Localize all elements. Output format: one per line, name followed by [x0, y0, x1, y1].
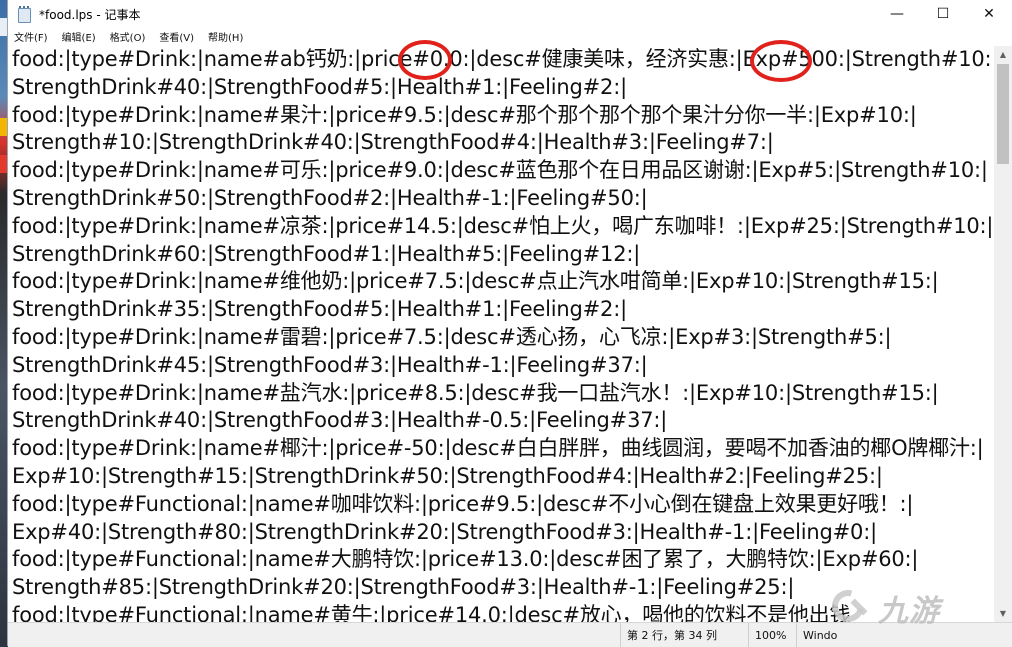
text-line: food:|type#Functional:|name#咖啡饮料:|price#…	[12, 491, 914, 516]
cursor-position: 第 2 行，第 34 列	[620, 623, 748, 647]
text-line: food:|type#Drink:|name#凉茶:|price#14.5:|d…	[12, 213, 991, 238]
menu-format[interactable]: 格式(O)	[103, 29, 153, 44]
text-line: food:|type#Drink:|name#雷碧:|price#7.5:|de…	[12, 324, 892, 349]
text-line: food:|type#Drink:|name#椰汁:|price#-50:|de…	[12, 436, 984, 461]
text-line: Strength#10:|StrengthDrink#40:|StrengthF…	[12, 130, 774, 155]
text-line: StrengthDrink#40:|StrengthFood#5:|Health…	[12, 74, 627, 99]
text-line: Strength#85:|StrengthDrink#20:|StrengthF…	[12, 575, 795, 600]
text-line: StrengthDrink#50:|StrengthFood#2:|Health…	[12, 185, 648, 210]
menu-file[interactable]: 文件(F)	[8, 29, 55, 44]
price-highlight-circle	[398, 40, 452, 80]
vertical-scrollbar[interactable]: ▲ ▼	[994, 46, 1012, 622]
text-line: food:|type#Functional:|name#黄牛:|price#14…	[12, 602, 851, 622]
maximize-button[interactable]: ☐	[920, 0, 966, 28]
menu-bar: 文件(F) 编辑(E) 格式(O) 查看(V) 帮助(H)	[8, 28, 1012, 45]
exp-highlight-circle	[750, 40, 812, 82]
close-button[interactable]: ✕	[966, 0, 1012, 28]
text-editor[interactable]: food:|type#Drink:|name#ab钙奶:|price#0.0:|…	[8, 46, 991, 622]
text-line: food:|type#Functional:|name#大鹏特饮:|price#…	[12, 547, 919, 572]
menu-edit[interactable]: 编辑(E)	[55, 29, 103, 44]
title-bar[interactable]: *food.lps - 记事本 — ☐ ✕	[8, 0, 1012, 28]
zoom-level: 100%	[748, 623, 796, 647]
minimize-button[interactable]: —	[874, 0, 920, 28]
line-ending: Windo	[796, 623, 856, 647]
text-line: food:|type#Drink:|name#盐汽水:|price#8.5:|d…	[12, 380, 939, 405]
notepad-window: *food.lps - 记事本 — ☐ ✕ 文件(F) 编辑(E) 格式(O) …	[7, 0, 1012, 647]
text-line: StrengthDrink#45:|StrengthFood#3:|Health…	[12, 352, 648, 377]
text-line: food:|type#Drink:|name#可乐:|price#9.0:|de…	[12, 158, 988, 183]
menu-view[interactable]: 查看(V)	[152, 29, 201, 44]
text-line: food:|type#Drink:|name#ab钙奶:|price#0.0:|…	[12, 47, 991, 71]
menu-help[interactable]: 帮助(H)	[201, 29, 250, 44]
text-content: food:|type#Drink:|name#ab钙奶:|price#0.0:|…	[12, 46, 991, 622]
text-line: StrengthDrink#40:|StrengthFood#3:|Health…	[12, 408, 668, 433]
text-line: food:|type#Drink:|name#果汁:|price#9.5:|de…	[12, 102, 917, 127]
scrollbar-thumb[interactable]	[997, 64, 1009, 164]
notepad-icon	[17, 6, 31, 23]
window-controls: — ☐ ✕	[874, 0, 1012, 28]
text-line: food:|type#Drink:|name#维他奶:|price#7.5:|d…	[12, 269, 939, 294]
text-line: Exp#10:|Strength#15:|StrengthDrink#50:|S…	[12, 463, 883, 488]
scroll-down-arrow-icon[interactable]: ▼	[994, 605, 1012, 622]
text-line: Exp#40:|Strength#80:|StrengthDrink#20:|S…	[12, 519, 877, 544]
window-title: *food.lps - 记事本	[39, 7, 141, 22]
status-bar: 第 2 行，第 34 列 100% Windo	[8, 622, 1012, 647]
scroll-up-arrow-icon[interactable]: ▲	[994, 46, 1012, 63]
text-line: StrengthDrink#35:|StrengthFood#5:|Health…	[12, 297, 627, 322]
text-line: StrengthDrink#60:|StrengthFood#1:|Health…	[12, 241, 641, 266]
